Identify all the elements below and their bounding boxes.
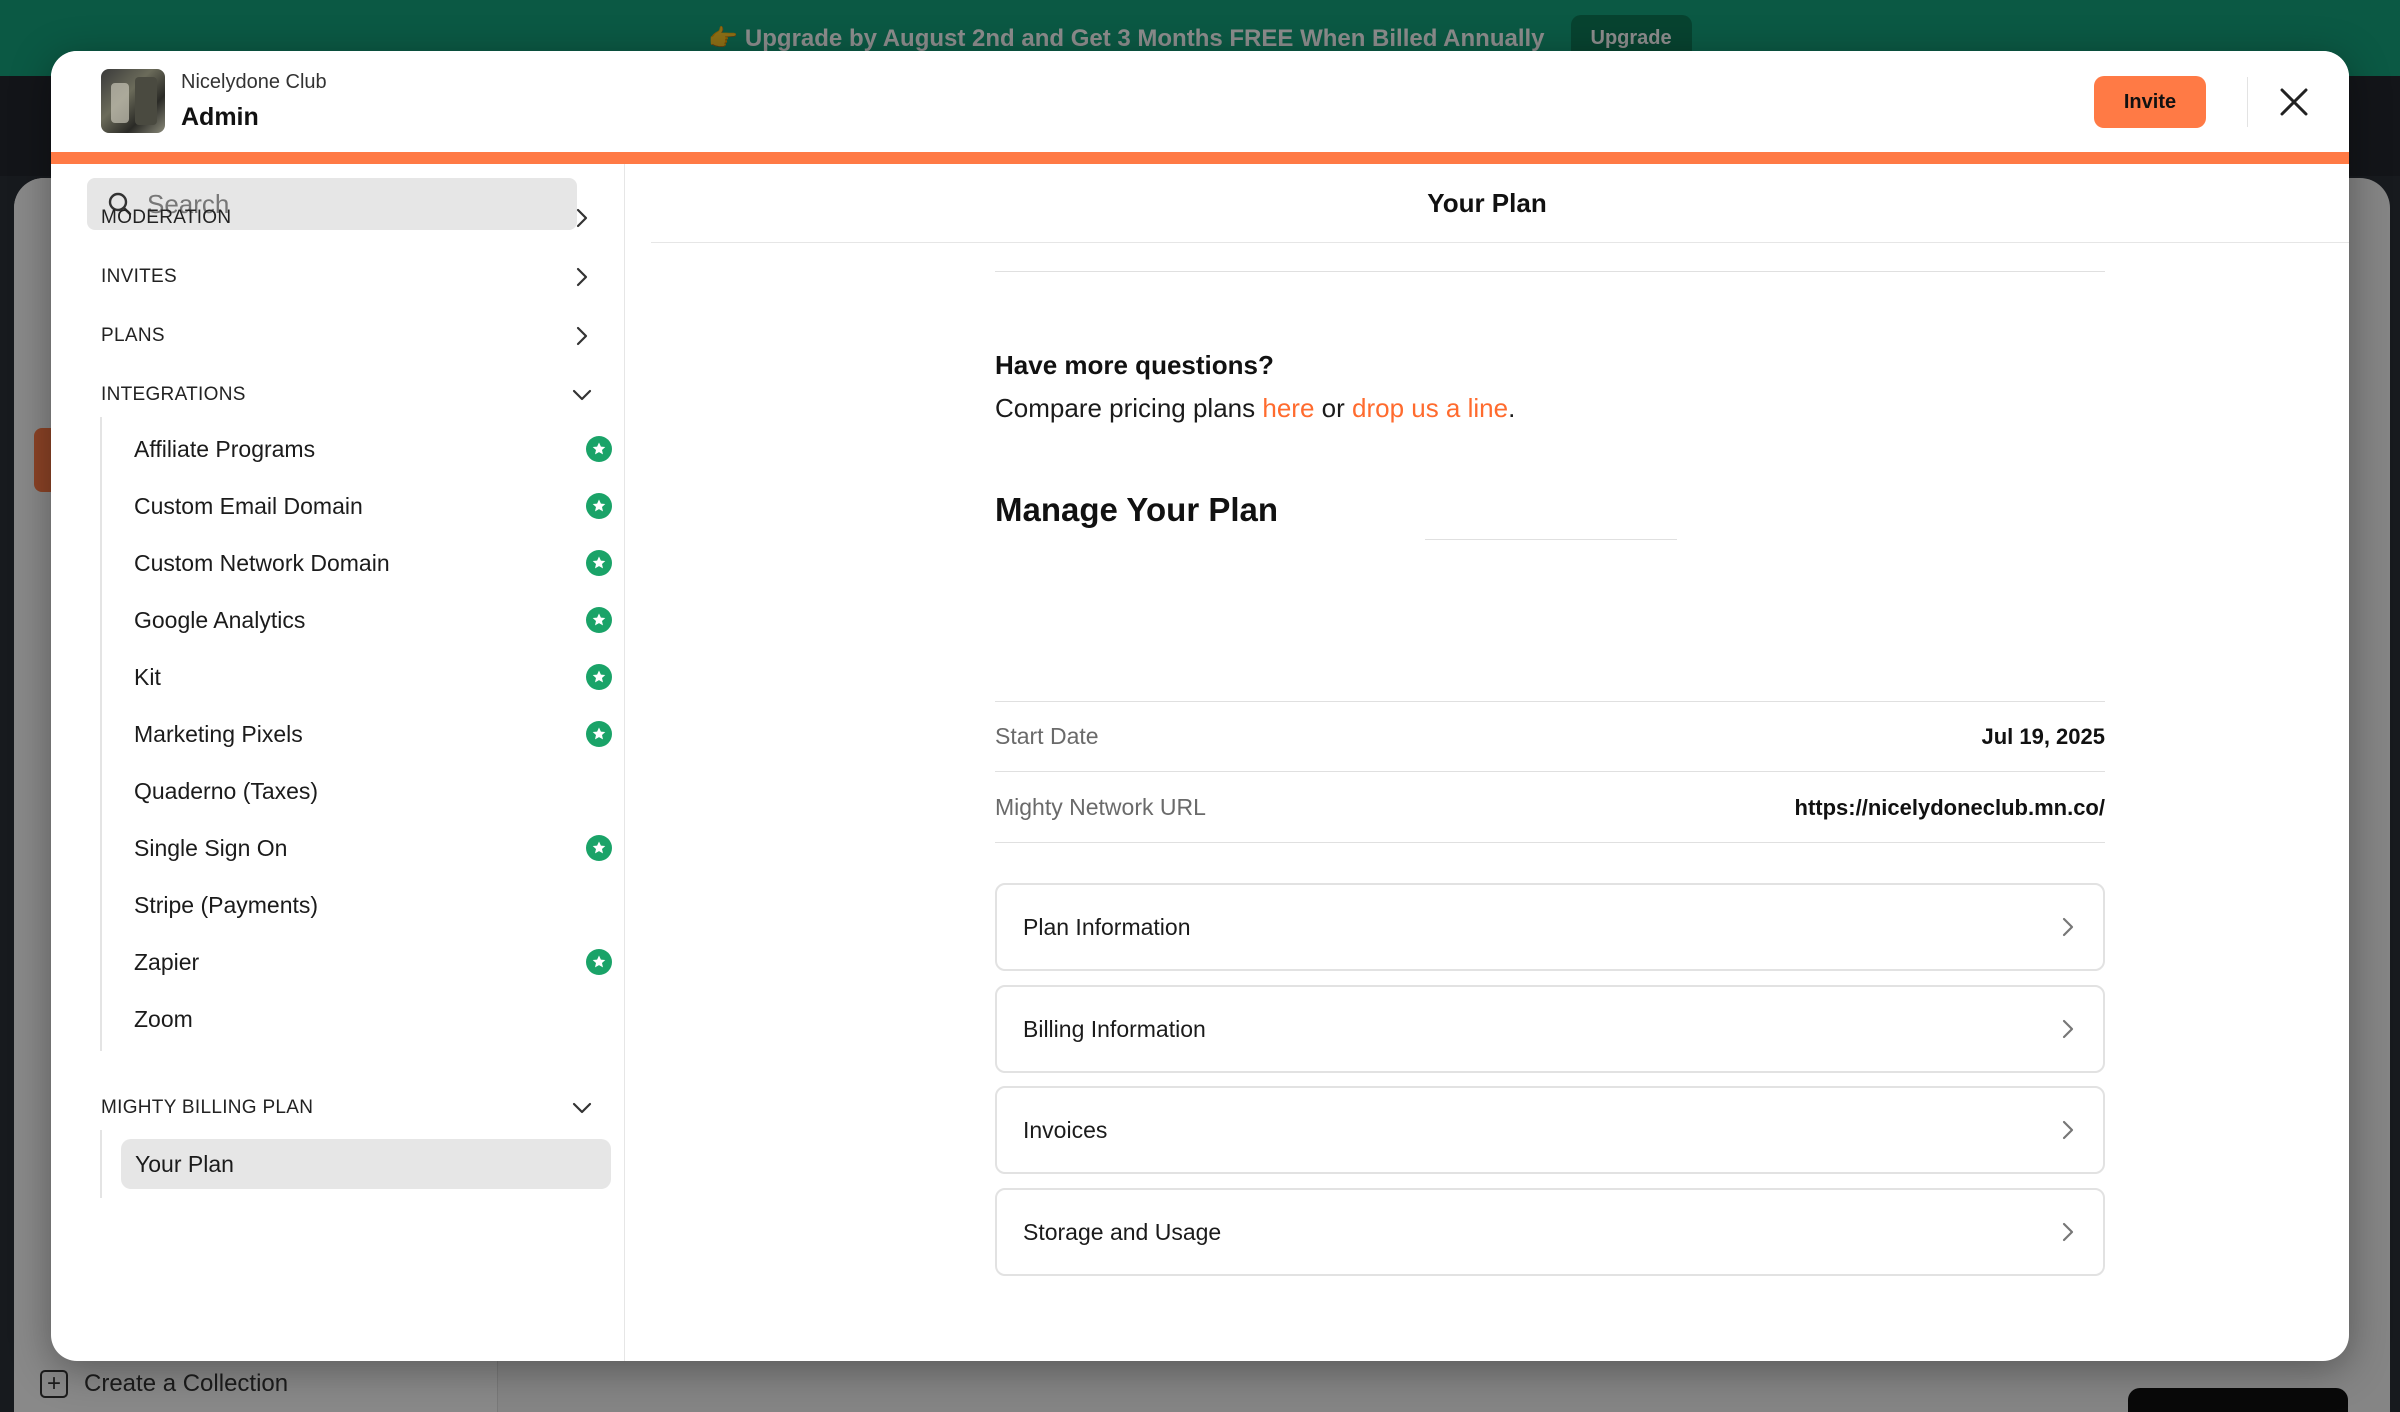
nav-section-mighty-billing-plan[interactable]: MIGHTY BILLING PLAN	[101, 1086, 605, 1130]
chevron-right-icon	[2062, 1019, 2074, 1039]
chevron-right-icon	[576, 208, 588, 228]
integration-item[interactable]: Zapier	[134, 937, 624, 987]
modal-header: Nicelydone Club Admin Invite	[51, 51, 2349, 152]
nav-section-moderation[interactable]: MODERATION	[101, 196, 605, 240]
integration-label: Kit	[134, 663, 161, 690]
integration-item[interactable]: Custom Email Domain	[134, 481, 624, 531]
chevron-right-icon	[576, 326, 588, 346]
star-badge-icon	[586, 607, 612, 633]
integration-label: Custom Email Domain	[134, 492, 363, 519]
card-label: Plan Information	[1023, 913, 1191, 940]
plan-information-card[interactable]: Plan Information	[995, 883, 2105, 971]
your-plan-panel: Your Plan Have more questions? Compare p…	[625, 164, 2349, 1361]
star-badge-icon	[586, 493, 612, 519]
integration-item[interactable]: Single Sign On	[134, 823, 624, 873]
card-label: Billing Information	[1023, 1015, 1206, 1042]
nav-section-integrations[interactable]: INTEGRATIONS	[101, 373, 605, 417]
integration-label: Custom Network Domain	[134, 549, 390, 576]
integration-label: Google Analytics	[134, 606, 306, 633]
start-date-label: Start Date	[995, 723, 1099, 749]
integration-item[interactable]: Kit	[134, 652, 624, 702]
network-url-label: Mighty Network URL	[995, 794, 1206, 820]
nav-section-label: MIGHTY BILLING PLAN	[101, 1097, 314, 1118]
nav-section-label: INVITES	[101, 266, 178, 287]
nav-section-plans[interactable]: PLANS	[101, 314, 605, 358]
your-plan-item[interactable]: Your Plan	[121, 1139, 611, 1189]
star-badge-icon	[586, 550, 612, 576]
integration-item[interactable]: Custom Network Domain	[134, 538, 624, 588]
integration-label: Stripe (Payments)	[134, 891, 319, 918]
integration-label: Zoom	[134, 1005, 193, 1032]
close-button[interactable]	[2273, 81, 2315, 123]
short-divider	[1425, 539, 1677, 540]
integration-label: Single Sign On	[134, 834, 288, 861]
chevron-down-icon	[572, 1102, 592, 1114]
modal-title: Admin	[181, 103, 259, 131]
network-url-row: Mighty Network URL https://nicelydoneclu…	[995, 773, 2105, 843]
billing-plan-list: Your Plan	[100, 1130, 611, 1198]
close-icon	[2280, 88, 2308, 116]
your-plan-label: Your Plan	[135, 1150, 234, 1177]
integration-item[interactable]: Quaderno (Taxes)	[134, 766, 624, 816]
star-badge-icon	[586, 664, 612, 690]
card-label: Storage and Usage	[1023, 1218, 1222, 1245]
club-name: Nicelydone Club	[181, 71, 327, 93]
start-date-row: Start Date Jul 19, 2025	[995, 702, 2105, 772]
chevron-right-icon	[2062, 917, 2074, 937]
header-accent-bar	[51, 152, 2349, 164]
integration-item[interactable]: Stripe (Payments)	[134, 880, 624, 930]
contact-link[interactable]: drop us a line	[1352, 393, 1508, 423]
section-divider	[995, 271, 2105, 272]
integration-item[interactable]: Google Analytics	[134, 595, 624, 645]
manage-plan-heading: Manage Your Plan	[995, 491, 1279, 528]
integrations-list: Affiliate Programs Custom Email Domain C…	[100, 417, 612, 1051]
invite-button[interactable]: Invite	[2094, 76, 2206, 128]
integration-item[interactable]: Affiliate Programs	[134, 424, 624, 474]
star-badge-icon	[586, 835, 612, 861]
nav-section-invites[interactable]: INVITES	[101, 255, 605, 299]
title-divider	[651, 242, 2349, 243]
chevron-right-icon	[2062, 1120, 2074, 1140]
integration-item[interactable]: Zoom	[134, 994, 624, 1044]
invoices-card[interactable]: Invoices	[995, 1086, 2105, 1174]
questions-text: Compare pricing plans here or drop us a …	[995, 393, 1516, 423]
header-divider	[2247, 77, 2248, 127]
nav-section-label: INTEGRATIONS	[101, 384, 246, 405]
card-label: Invoices	[1023, 1116, 1108, 1143]
star-badge-icon	[586, 721, 612, 747]
chevron-right-icon	[2062, 1222, 2074, 1242]
integration-label: Affiliate Programs	[134, 435, 316, 462]
start-date-value: Jul 19, 2025	[1981, 723, 2105, 749]
integration-label: Quaderno (Taxes)	[134, 777, 319, 804]
chevron-right-icon	[576, 267, 588, 287]
nav-section-label: PLANS	[101, 325, 165, 346]
compare-plans-link[interactable]: here	[1262, 393, 1314, 423]
admin-modal: Nicelydone Club Admin Invite MODERATION …	[51, 51, 2349, 1361]
admin-sidebar: MODERATION INVITES PLANS INTEGRATIONS Af…	[51, 164, 625, 1361]
integration-label: Marketing Pixels	[134, 720, 303, 747]
integration-label: Zapier	[134, 948, 200, 975]
club-avatar	[101, 69, 165, 133]
questions-heading: Have more questions?	[995, 350, 1274, 380]
billing-information-card[interactable]: Billing Information	[995, 985, 2105, 1073]
chevron-down-icon	[572, 389, 592, 401]
star-badge-icon	[586, 436, 612, 462]
star-badge-icon	[586, 949, 612, 975]
storage-usage-card[interactable]: Storage and Usage	[995, 1188, 2105, 1276]
page-title: Your Plan	[1427, 187, 1547, 218]
integration-item[interactable]: Marketing Pixels	[134, 709, 624, 759]
nav-section-label: MODERATION	[101, 207, 232, 228]
network-url-value: https://nicelydoneclub.mn.co/	[1794, 794, 2105, 820]
